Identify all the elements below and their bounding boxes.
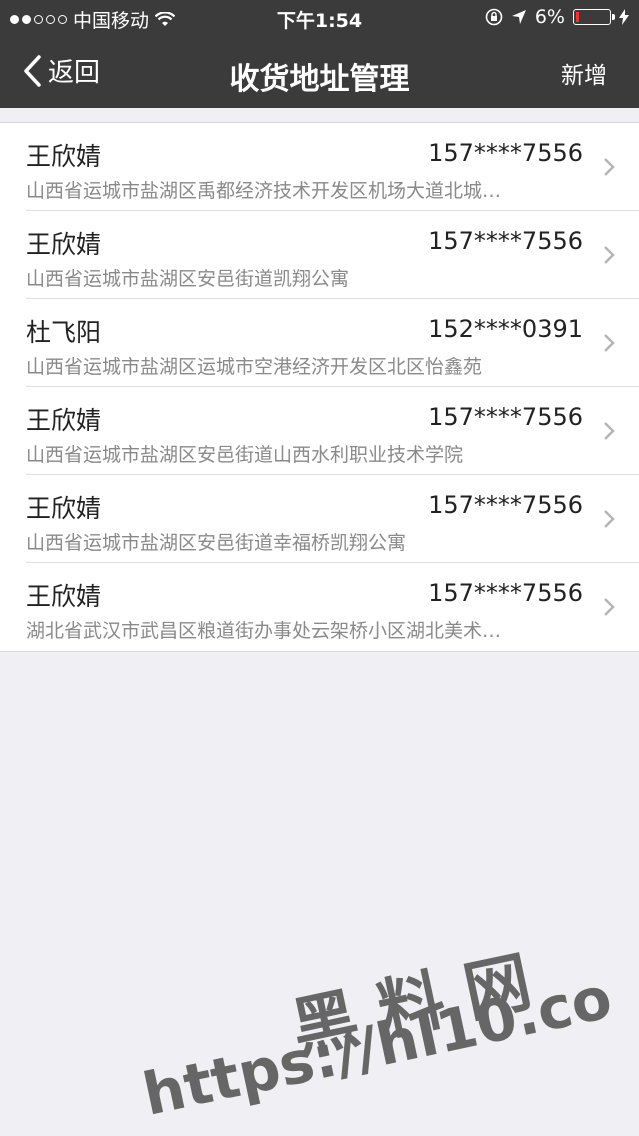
recipient-name: 王欣婧 bbox=[26, 582, 102, 611]
address-text: 山西省运城市盐湖区安邑街道幸福桥凯翔公寓 bbox=[26, 532, 407, 554]
address-text: 山西省运城市盐湖区禹都经济技术开发区机场大道北城… bbox=[26, 180, 502, 202]
battery-percent: 6% bbox=[534, 6, 565, 28]
watermark-url: https://hl10.co bbox=[137, 963, 618, 1129]
watermark: 黑料网 https://hl10.co bbox=[137, 938, 629, 1129]
chevron-right-icon bbox=[604, 598, 615, 616]
recipient-name: 王欣婧 bbox=[26, 494, 102, 523]
recipient-phone: 157****7556 bbox=[428, 227, 583, 255]
address-list: 王欣婧 157****7556 山西省运城市盐湖区禹都经济技术开发区机场大道北城… bbox=[0, 122, 639, 652]
battery-icon bbox=[573, 9, 615, 25]
watermark-brand: 黑料网 bbox=[285, 938, 560, 1069]
address-text: 山西省运城市盐湖区运城市空港经济开发区北区怡鑫苑 bbox=[26, 356, 483, 378]
charging-bolt-icon bbox=[619, 9, 629, 25]
chevron-right-icon bbox=[604, 246, 615, 264]
address-item[interactable]: 王欣婧 157****7556 山西省运城市盐湖区安邑街道山西水利职业技术学院 bbox=[0, 387, 639, 475]
recipient-phone: 157****7556 bbox=[428, 491, 583, 519]
chevron-right-icon bbox=[604, 422, 615, 440]
nav-bar: 返回 收货地址管理 新增 bbox=[0, 36, 639, 108]
address-item[interactable]: 杜飞阳 152****0391 山西省运城市盐湖区运城市空港经济开发区北区怡鑫苑 bbox=[0, 299, 639, 387]
address-item[interactable]: 王欣婧 157****7556 山西省运城市盐湖区禹都经济技术开发区机场大道北城… bbox=[0, 123, 639, 211]
address-text: 湖北省武汉市武昌区粮道街办事处云架桥小区湖北美术… bbox=[26, 620, 502, 642]
status-bar: 中国移动 下午1:54 6% bbox=[0, 0, 639, 36]
add-address-button[interactable]: 新增 bbox=[561, 56, 607, 90]
recipient-phone: 157****7556 bbox=[428, 403, 583, 431]
recipient-phone: 157****7556 bbox=[428, 139, 583, 167]
status-right: 6% bbox=[485, 6, 629, 28]
recipient-phone: 157****7556 bbox=[428, 579, 583, 607]
page-title: 收货地址管理 bbox=[229, 62, 410, 97]
recipient-name: 王欣婧 bbox=[26, 406, 102, 435]
recipient-name: 王欣婧 bbox=[26, 230, 102, 259]
location-arrow-icon bbox=[511, 10, 526, 24]
address-item[interactable]: 王欣婧 157****7556 山西省运城市盐湖区安邑街道凯翔公寓 bbox=[0, 211, 639, 299]
chevron-right-icon bbox=[604, 158, 615, 176]
address-item[interactable]: 王欣婧 157****7556 山西省运城市盐湖区安邑街道幸福桥凯翔公寓 bbox=[0, 475, 639, 563]
address-item[interactable]: 王欣婧 157****7556 湖北省武汉市武昌区粮道街办事处云架桥小区湖北美术… bbox=[0, 563, 639, 651]
address-text: 山西省运城市盐湖区安邑街道凯翔公寓 bbox=[26, 268, 350, 290]
address-text: 山西省运城市盐湖区安邑街道山西水利职业技术学院 bbox=[26, 444, 464, 466]
chevron-right-icon bbox=[604, 510, 615, 528]
rotation-lock-icon bbox=[485, 8, 503, 26]
recipient-name: 王欣婧 bbox=[26, 142, 102, 171]
chevron-right-icon bbox=[604, 334, 615, 352]
recipient-phone: 152****0391 bbox=[428, 315, 583, 343]
top-bar: 中国移动 下午1:54 6% 返回 收货地址管理 新增 bbox=[0, 0, 639, 108]
recipient-name: 杜飞阳 bbox=[26, 318, 102, 347]
